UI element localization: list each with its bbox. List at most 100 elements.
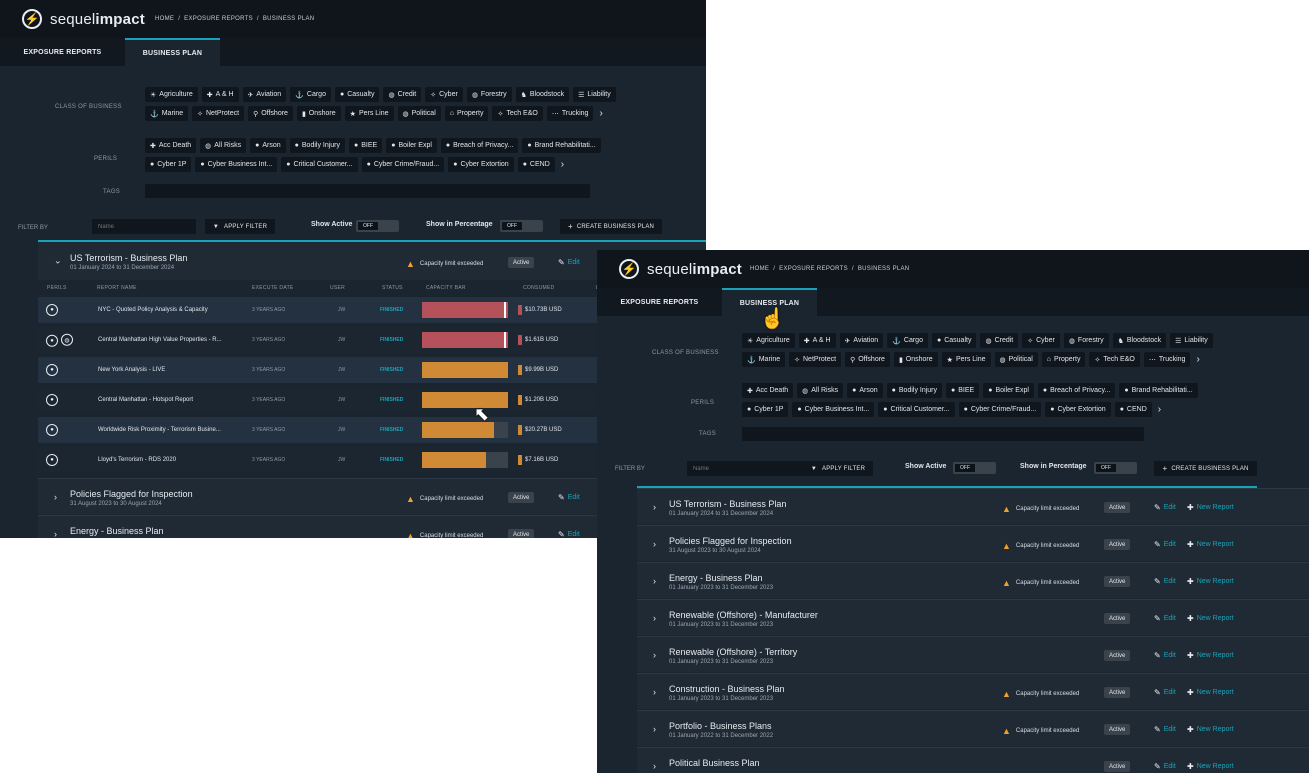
chevron-right-icon[interactable]: › xyxy=(653,613,656,623)
class-chip-forestry[interactable]: ◍ Forestry xyxy=(1063,333,1109,348)
chevron-right-icon[interactable]: › xyxy=(559,157,566,172)
edit-button[interactable]: ✎ Edit xyxy=(1154,614,1176,623)
class-chip-pers-line[interactable]: ★ Pers Line xyxy=(941,352,991,367)
edit-button[interactable]: ✎ Edit xyxy=(558,530,580,538)
peril-chip-brand-rehabilitati[interactable]: ● Brand Rehabilitati... xyxy=(522,138,601,153)
peril-chip-cend[interactable]: ● CEND xyxy=(1114,402,1152,417)
class-chip-agriculture[interactable]: ☀ Agriculture xyxy=(742,333,795,348)
edit-button[interactable]: ✎ Edit xyxy=(1154,725,1176,734)
create-business-plan-button[interactable]: + CREATE BUSINESS PLAN xyxy=(1154,461,1257,476)
edit-button[interactable]: ✎ Edit xyxy=(558,258,580,267)
peril-chip-cyber-business-int[interactable]: ● Cyber Business Int... xyxy=(792,402,875,417)
class-chip-cargo[interactable]: ⚓ Cargo xyxy=(887,333,928,348)
plan-row[interactable]: › Political Business Plan Active ✎ Edit ✚ New … xyxy=(637,747,1309,773)
chevron-right-icon[interactable]: › xyxy=(54,492,57,502)
class-chip-political[interactable]: ◍ Political xyxy=(397,106,441,121)
class-chip-aviation[interactable]: ✈ Aviation xyxy=(242,87,287,102)
edit-button[interactable]: ✎ Edit xyxy=(1154,762,1176,771)
new-report-button[interactable]: ✚ New Report xyxy=(1187,725,1234,734)
plan-row[interactable]: › US Terrorism - Business Plan 01 January … xyxy=(637,488,1309,524)
edit-button[interactable]: ✎ Edit xyxy=(1154,503,1176,512)
class-chip-cyber[interactable]: ✧ Cyber xyxy=(1022,333,1060,348)
class-chip-netprotect[interactable]: ✧ NetProtect xyxy=(192,106,245,121)
peril-chip-all-risks[interactable]: ◍ All Risks xyxy=(797,383,844,398)
class-chip-property[interactable]: ⌂ Property xyxy=(1041,352,1086,367)
edit-button[interactable]: ✎ Edit xyxy=(1154,540,1176,549)
peril-chip-bodily-injury[interactable]: ● Bodily Injury xyxy=(289,138,346,153)
class-chip-agriculture[interactable]: ☀ Agriculture xyxy=(145,87,198,102)
edit-button[interactable]: ✎ Edit xyxy=(1154,577,1176,586)
name-filter-input[interactable] xyxy=(92,219,196,234)
chevron-right-icon[interactable]: › xyxy=(1156,402,1163,417)
class-chip-tech-e-o[interactable]: ✧ Tech E&O xyxy=(1089,352,1140,367)
breadcrumb-exposure[interactable]: EXPOSURE REPORTS xyxy=(779,266,848,272)
peril-chip-all-risks[interactable]: ◍ All Risks xyxy=(200,138,247,153)
new-report-button[interactable]: ✚ New Report xyxy=(1187,614,1234,623)
chevron-right-icon[interactable]: › xyxy=(1194,352,1201,367)
new-report-button[interactable]: ✚ New Report xyxy=(1187,762,1234,771)
peril-chip-biee[interactable]: ● BIEE xyxy=(349,138,383,153)
plan-row[interactable]: › Portfolio - Business Plans 01 January 20… xyxy=(637,710,1309,746)
report-name[interactable]: Lloyd's Terrorism - RDS 2020 xyxy=(98,457,176,463)
new-report-button[interactable]: ✚ New Report xyxy=(1187,688,1234,697)
class-chip-liability[interactable]: ☰ Liability xyxy=(1170,333,1213,348)
peril-chip-arson[interactable]: ● Arson xyxy=(847,383,883,398)
report-name[interactable]: Central Manhattan - Hotspot Report xyxy=(98,397,193,403)
class-chip-tech-e-o[interactable]: ✧ Tech E&O xyxy=(492,106,543,121)
class-chip-a-h[interactable]: ✚ A & H xyxy=(798,333,836,348)
new-report-button[interactable]: ✚ New Report xyxy=(1187,503,1234,512)
logo[interactable]: ⚡ sequelimpact xyxy=(22,9,145,29)
peril-chip-biee[interactable]: ● BIEE xyxy=(946,383,980,398)
apply-filter-button[interactable]: ▼ APPLY FILTER xyxy=(205,219,275,234)
breadcrumb-home[interactable]: HOME xyxy=(155,16,174,22)
peril-chip-cyber-crime-fraud[interactable]: ● Cyber Crime/Fraud... xyxy=(361,157,445,172)
class-chip-trucking[interactable]: ⋯ Trucking xyxy=(546,106,594,121)
peril-chip-breach-of-privacy[interactable]: ● Breach of Privacy... xyxy=(440,138,519,153)
class-chip-onshore[interactable]: ▮ Onshore xyxy=(893,352,938,367)
peril-chip-arson[interactable]: ● Arson xyxy=(250,138,286,153)
peril-chip-cend[interactable]: ● CEND xyxy=(517,157,555,172)
class-chip-marine[interactable]: ⚓ Marine xyxy=(145,106,189,121)
edit-button[interactable]: ✎ Edit xyxy=(1154,651,1176,660)
class-chip-property[interactable]: ⌂ Property xyxy=(444,106,489,121)
class-chip-casualty[interactable]: ● Casualty xyxy=(334,87,380,102)
class-chip-credit[interactable]: ◍ Credit xyxy=(980,333,1019,348)
breadcrumb-home[interactable]: HOME xyxy=(750,266,769,272)
class-chip-bloodstock[interactable]: ♞ Bloodstock xyxy=(515,87,570,102)
plan-row[interactable]: › Renewable (Offshore) - Territory 01 Janu… xyxy=(637,636,1309,672)
class-chip-liability[interactable]: ☰ Liability xyxy=(573,87,616,102)
chevron-down-icon[interactable]: ⌄ xyxy=(54,256,62,267)
tab-exposure-reports[interactable]: EXPOSURE REPORTS xyxy=(597,288,722,316)
class-chip-onshore[interactable]: ▮ Onshore xyxy=(296,106,341,121)
chevron-right-icon[interactable]: › xyxy=(653,650,656,660)
tab-exposure-reports[interactable]: EXPOSURE REPORTS xyxy=(0,38,125,66)
peril-chip-cyber-1p[interactable]: ● Cyber 1P xyxy=(742,402,789,417)
peril-chip-acc-death[interactable]: ✚ Acc Death xyxy=(145,138,197,153)
class-chip-aviation[interactable]: ✈ Aviation xyxy=(839,333,884,348)
name-filter-input[interactable] xyxy=(687,461,819,476)
peril-chip-critical-customer[interactable]: ● Critical Customer... xyxy=(281,157,358,172)
peril-chip-cyber-crime-fraud[interactable]: ● Cyber Crime/Fraud... xyxy=(958,402,1042,417)
plan-row[interactable]: › Construction - Business Plan 01 January … xyxy=(637,673,1309,709)
breadcrumb-exposure[interactable]: EXPOSURE REPORTS xyxy=(184,16,253,22)
peril-chip-bodily-injury[interactable]: ● Bodily Injury xyxy=(886,383,943,398)
tags-input[interactable] xyxy=(145,184,590,198)
chevron-right-icon[interactable]: › xyxy=(653,687,656,697)
report-name[interactable]: Central Manhattan High Value Properties … xyxy=(98,337,222,343)
chevron-right-icon[interactable]: › xyxy=(653,502,656,512)
new-report-button[interactable]: ✚ New Report xyxy=(1187,577,1234,586)
plan-row[interactable]: › Renewable (Offshore) - Manufacturer 01 J… xyxy=(637,599,1309,635)
class-chip-netprotect[interactable]: ✧ NetProtect xyxy=(789,352,842,367)
report-name[interactable]: Worldwide Risk Proximity - Terrorism Bus… xyxy=(98,427,221,433)
plan-row[interactable]: › Energy - Business Plan 01 January 2023 t… xyxy=(637,562,1309,598)
class-chip-credit[interactable]: ◍ Credit xyxy=(383,87,422,102)
chevron-right-icon[interactable]: › xyxy=(54,529,57,539)
apply-filter-button[interactable]: ▼ APPLY FILTER xyxy=(803,461,873,476)
show-active-toggle[interactable]: OFF xyxy=(953,462,996,474)
class-chip-marine[interactable]: ⚓ Marine xyxy=(742,352,786,367)
class-chip-political[interactable]: ◍ Political xyxy=(994,352,1038,367)
logo[interactable]: ⚡ sequelimpact xyxy=(619,259,742,279)
tags-input[interactable] xyxy=(742,427,1144,441)
peril-chip-boiler-expl[interactable]: ● Boiler Expl xyxy=(983,383,1034,398)
new-report-button[interactable]: ✚ New Report xyxy=(1187,540,1234,549)
